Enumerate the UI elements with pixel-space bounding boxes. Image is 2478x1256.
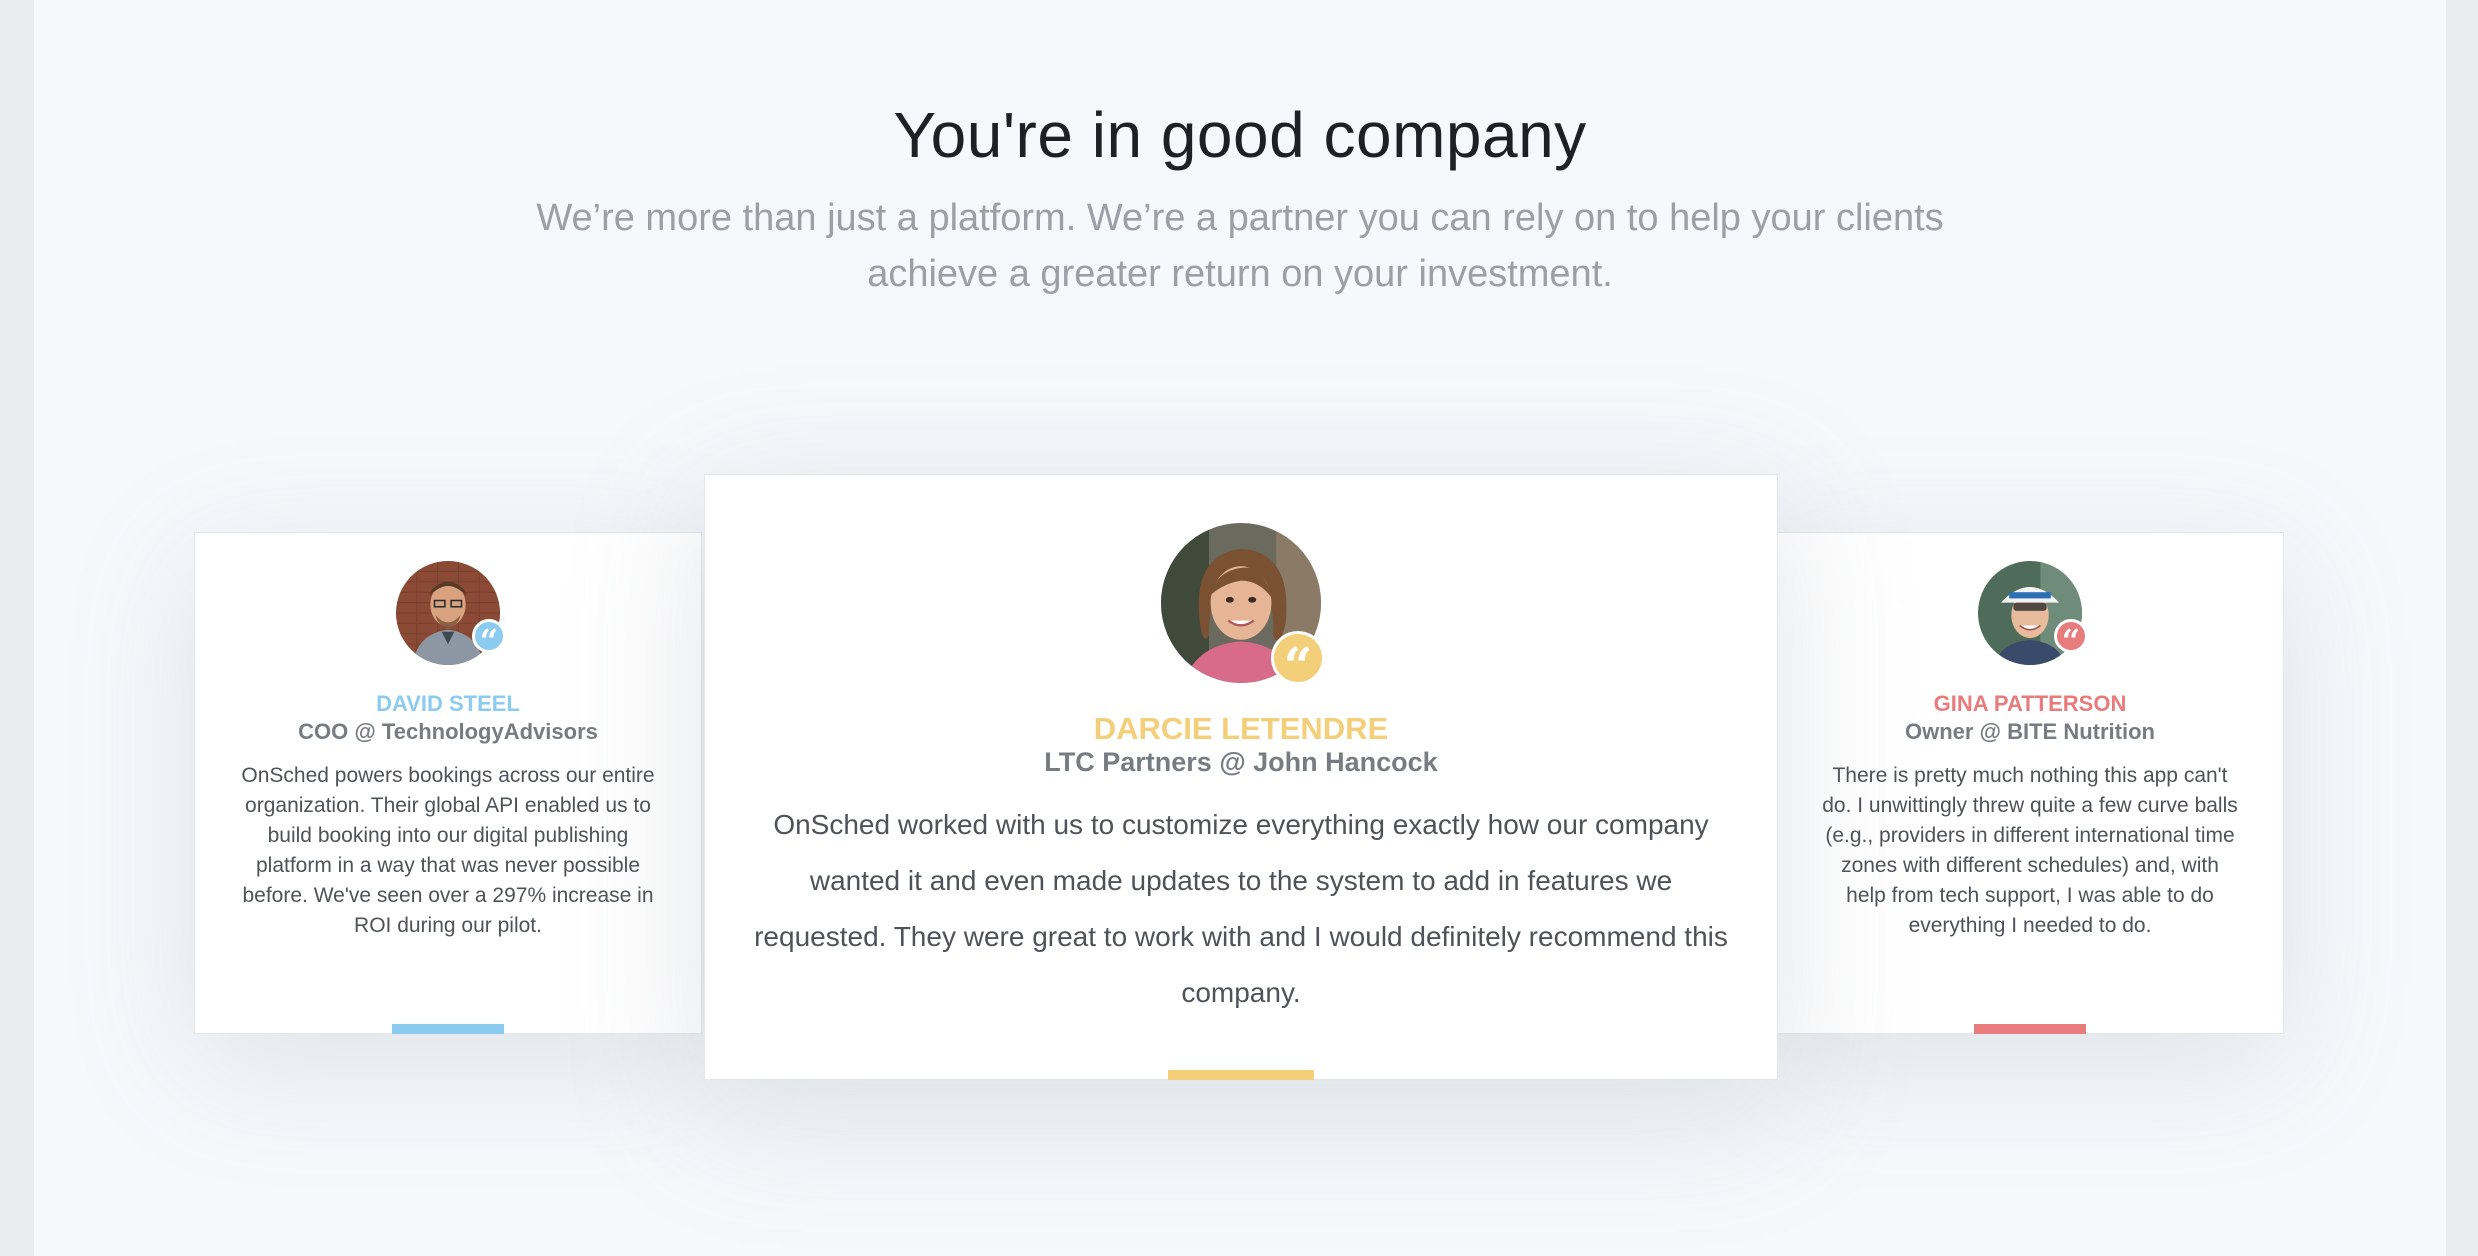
avatar-container: “ <box>1978 561 2088 665</box>
accent-bar <box>1168 1070 1314 1080</box>
testimonial-role: LTC Partners @ John Hancock <box>1044 747 1438 777</box>
accent-bar <box>392 1024 504 1034</box>
testimonial-name: DARCIE LETENDRE <box>1093 711 1389 746</box>
quote-icon: “ <box>1271 631 1325 691</box>
testimonial-card-darcie-letendre: “ DARCIE LETENDRE LTC Partners @ John Ha… <box>704 474 1778 1080</box>
testimonial-role: Owner @ BITE Nutrition <box>1904 719 2155 744</box>
testimonial-card-david-steel: “ DAVID STEEL COO @ TechnologyAdvisors O… <box>194 532 702 1034</box>
testimonial-role: COO @ TechnologyAdvisors <box>298 719 598 744</box>
testimonial-name: DAVID STEEL <box>376 691 520 716</box>
avatar-container: “ <box>1161 523 1325 691</box>
quote-icon: “ <box>472 619 506 657</box>
testimonial-quote: OnSched powers bookings across our entir… <box>241 764 655 937</box>
testimonial-quote: There is pretty much nothing this app ca… <box>1822 764 2238 937</box>
quote-icon: “ <box>2054 619 2088 657</box>
testimonial-card-gina-patterson: “ GINA PATTERSON Owner @ BITE Nutrition … <box>1776 532 2284 1034</box>
testimonials-section: You're in good company We’re more than j… <box>34 0 2446 1256</box>
avatar-container: “ <box>396 561 506 665</box>
section-title: You're in good company <box>893 99 1587 171</box>
accent-bar <box>1974 1024 2086 1034</box>
testimonial-name: GINA PATTERSON <box>1933 691 2127 716</box>
testimonial-quote: OnSched worked with us to customize ever… <box>754 809 1728 1008</box>
section-subtitle: We’re more than just a platform. We’re a… <box>536 197 1944 295</box>
